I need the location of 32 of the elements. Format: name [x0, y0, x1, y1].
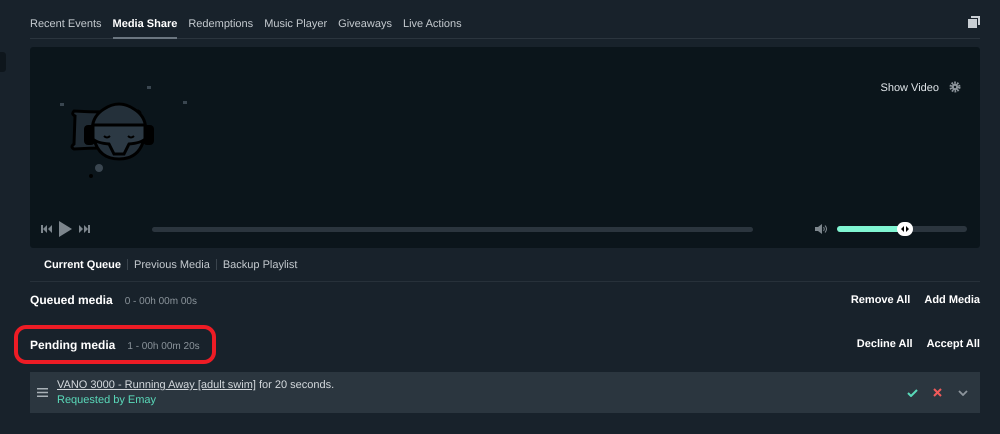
next-icon[interactable] — [79, 225, 90, 233]
tab[interactable]: Recent Events — [30, 0, 102, 39]
duration-text: for 20 seconds. — [258, 379, 334, 391]
tab[interactable]: Redemptions — [188, 0, 254, 39]
queue-tab[interactable]: Current Queue — [44, 258, 122, 270]
section-title: Queued media — [30, 293, 113, 307]
tab[interactable]: Media Share — [112, 0, 178, 39]
play-icon[interactable] — [59, 221, 72, 237]
action-button[interactable]: Add Media — [924, 294, 980, 306]
section-title: Pending media — [30, 338, 116, 352]
tab[interactable]: Giveaways — [338, 0, 392, 39]
accept-icon[interactable] — [907, 388, 918, 396]
queue-tab[interactable]: Backup Playlist — [222, 258, 298, 270]
chevron-down-icon[interactable] — [958, 390, 968, 396]
drag-handle-icon[interactable] — [37, 388, 48, 397]
show-video-button[interactable]: Show Video — [880, 82, 939, 94]
decline-icon[interactable] — [933, 388, 942, 397]
action-button[interactable]: Accept All — [926, 338, 980, 350]
volume-icon[interactable] — [815, 224, 827, 234]
previous-icon[interactable] — [41, 225, 52, 233]
settings-icon[interactable] — [949, 81, 961, 93]
action-button[interactable]: Remove All — [850, 294, 910, 306]
requester-text: Requested by Emay — [57, 394, 158, 406]
tab[interactable]: Live Actions — [402, 0, 462, 39]
action-button[interactable]: Decline All — [856, 338, 913, 350]
section-summary: 0 - 00h 00m 00s — [124, 296, 197, 307]
popout-icon[interactable] — [968, 16, 980, 28]
tab[interactable]: Music Player — [264, 0, 328, 39]
queue-tab[interactable]: Previous Media — [134, 258, 210, 270]
section-summary: 1 - 00h 00m 20s — [127, 340, 200, 352]
slider-thumb-icon[interactable] — [900, 226, 909, 232]
media-link[interactable]: VANO 3000 - Running Away [adult swim] — [57, 379, 256, 391]
